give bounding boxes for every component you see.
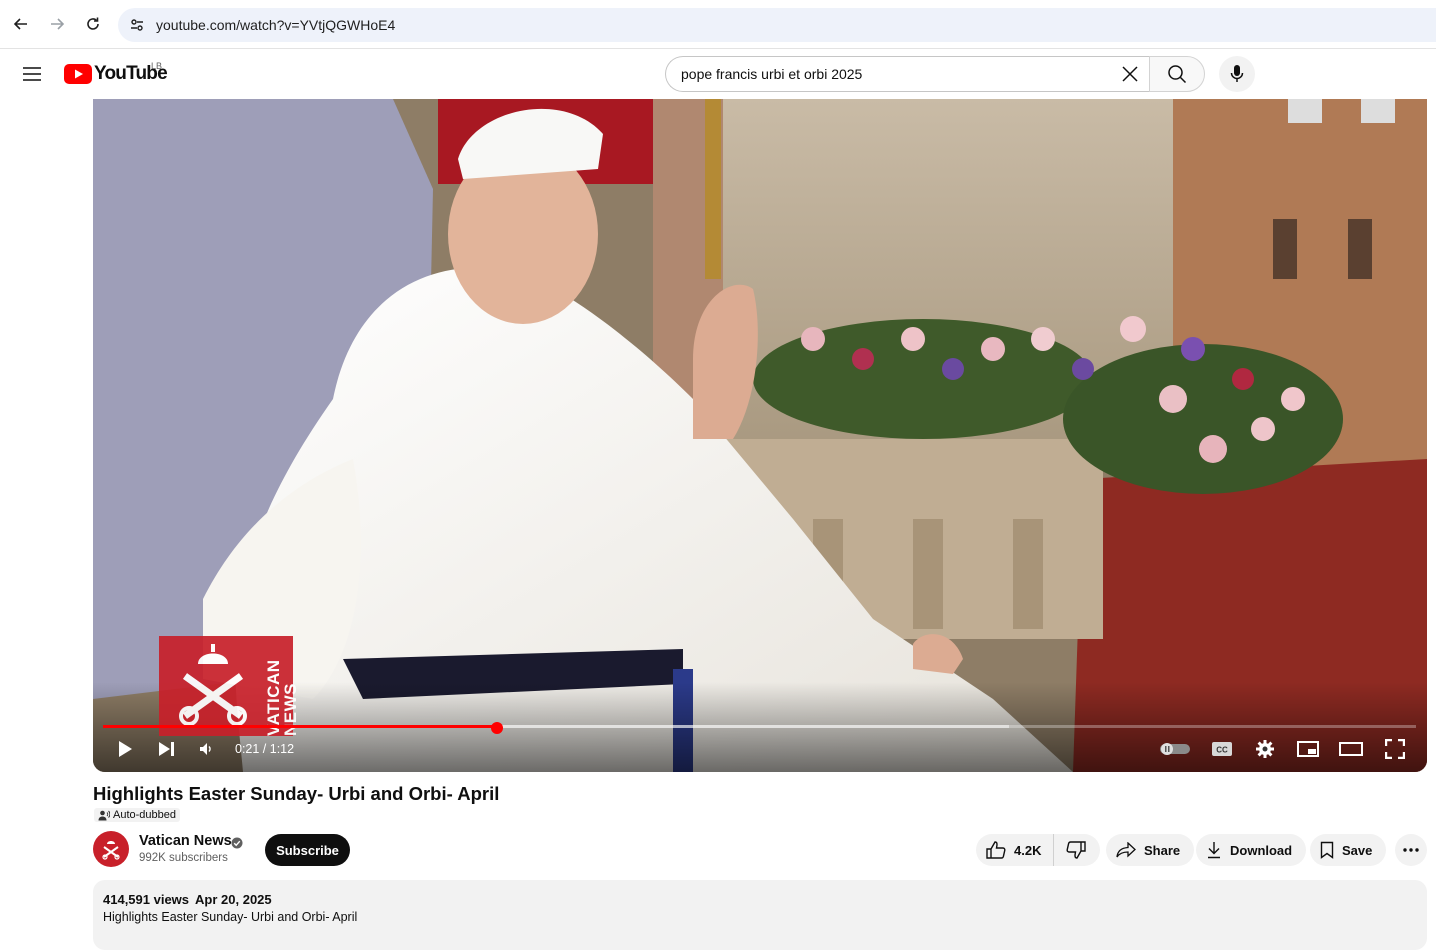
download-label: Download (1230, 842, 1293, 858)
close-icon (1122, 66, 1138, 82)
settings-button[interactable] (1253, 737, 1277, 761)
autoplay-toggle[interactable] (1159, 737, 1191, 761)
vatican-emblem-icon (102, 841, 120, 860)
thumbs-down-icon (1066, 841, 1087, 859)
country-code: LB (151, 61, 163, 71)
back-arrow-icon (13, 18, 27, 30)
play-button[interactable] (113, 737, 137, 761)
like-count: 4.2K (1014, 842, 1042, 858)
more-horizontal-icon (1403, 848, 1419, 852)
bookmark-icon (1320, 841, 1334, 859)
search-button[interactable] (1149, 56, 1205, 92)
dislike-button[interactable] (1054, 834, 1100, 866)
miniplayer-icon (1297, 741, 1319, 757)
back-button[interactable] (7, 10, 35, 38)
channel-avatar[interactable] (93, 831, 129, 867)
forward-arrow-icon (51, 18, 65, 30)
guide-menu-button[interactable] (16, 58, 48, 90)
save-label: Save (1342, 842, 1373, 858)
fullscreen-button[interactable] (1383, 737, 1407, 761)
hamburger-menu-icon (23, 67, 41, 81)
microphone-icon (1230, 65, 1244, 82)
progress-played (103, 725, 497, 728)
mute-button[interactable] (195, 737, 219, 761)
browser-toolbar: youtube.com/watch?v=YVtjQGWHoE4 (0, 0, 1436, 49)
auto-dubbed-label: Auto-dubbed (113, 809, 176, 821)
download-button[interactable]: Download (1196, 834, 1307, 866)
verified-badge (231, 836, 243, 854)
time-display: 0:21 / 1:12 (235, 742, 295, 756)
view-count: 414,591 views (103, 892, 190, 907)
thumbs-up-icon (986, 841, 1006, 859)
channel-name[interactable]: Vatican News (139, 833, 232, 849)
more-actions-button[interactable] (1395, 834, 1427, 866)
clear-search-button[interactable] (1115, 59, 1145, 89)
upload-date: Apr 20, 2025 (195, 892, 272, 907)
like-button[interactable]: 4.2K (976, 834, 1055, 866)
description-text: Highlights Easter Sunday- Urbi and Orbi-… (103, 910, 358, 924)
vatican-news-watermark: VATICAN NEWS (159, 636, 300, 736)
auto-dubbed-badge: Auto-dubbed (94, 808, 180, 822)
voice-search-button[interactable] (1219, 56, 1255, 92)
watermark-label: VATICAN NEWS (264, 659, 300, 736)
youtube-play-logo-icon (64, 64, 92, 84)
address-bar[interactable]: youtube.com/watch?v=YVtjQGWHoE4 (118, 8, 1436, 42)
svg-text:CC: CC (1216, 746, 1228, 755)
gear-icon (1256, 740, 1274, 758)
subscriber-count: 992K subscribers (139, 852, 228, 864)
video-player[interactable]: VATICAN NEWS 0:21 / 1:12 CC (93, 99, 1427, 772)
vatican-keys-emblem-icon (179, 644, 247, 726)
skip-next-icon (159, 742, 174, 756)
description-meta: 414,591 views Apr 20, 2025 (103, 892, 278, 907)
play-icon (119, 741, 132, 757)
address-url: youtube.com/watch?v=YVtjQGWHoE4 (156, 17, 396, 33)
share-label: Share (1144, 842, 1181, 858)
subscribe-button[interactable]: Subscribe (265, 834, 350, 866)
reload-icon (87, 17, 99, 30)
tab-strip-edge (0, 0, 1436, 3)
subtitles-button[interactable]: CC (1210, 737, 1234, 761)
search-query-text: pope francis urbi et orbi 2025 (681, 66, 863, 82)
share-button[interactable]: Share (1106, 834, 1195, 866)
progress-bar[interactable] (103, 725, 1416, 728)
next-button[interactable] (155, 737, 179, 761)
dubbing-person-icon (98, 810, 110, 820)
search-icon (1168, 65, 1187, 84)
video-title: Highlights Easter Sunday- Urbi and Orbi-… (93, 783, 500, 804)
verified-check-icon (231, 837, 243, 849)
autoplay-toggle-icon (1160, 743, 1190, 755)
theater-mode-icon (1339, 742, 1363, 756)
download-icon (1208, 842, 1220, 859)
progress-scrubber[interactable] (490, 722, 503, 734)
forward-button[interactable] (43, 10, 71, 38)
closed-captions-icon: CC (1212, 742, 1232, 756)
like-dislike-segment: 4.2K (976, 834, 1101, 866)
site-info-icon[interactable] (126, 14, 148, 36)
miniplayer-button[interactable] (1296, 737, 1320, 761)
theater-mode-button[interactable] (1339, 737, 1363, 761)
share-arrow-icon (1116, 842, 1136, 858)
volume-icon (200, 743, 211, 755)
fullscreen-icon (1385, 739, 1405, 759)
reload-button[interactable] (79, 10, 107, 38)
search-input[interactable]: pope francis urbi et orbi 2025 (665, 56, 1149, 92)
save-button[interactable]: Save (1310, 834, 1387, 866)
